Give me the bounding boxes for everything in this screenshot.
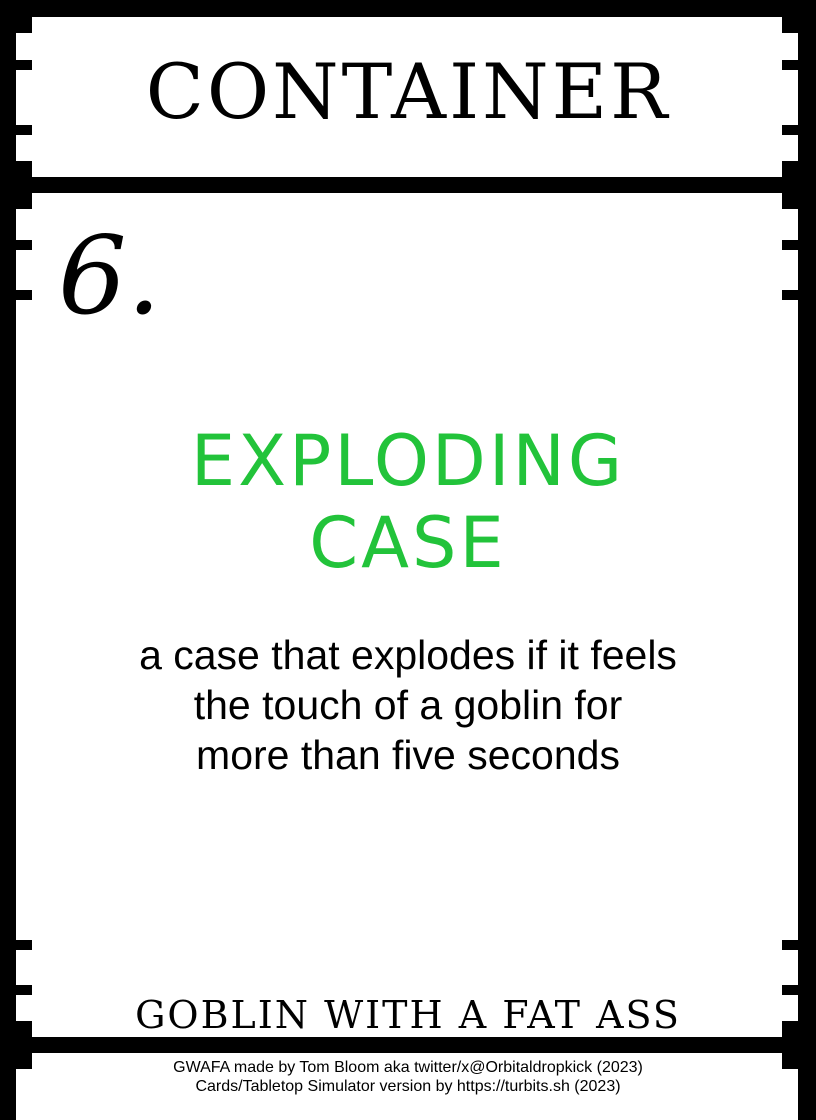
- card-number: 6.: [58, 214, 162, 339]
- edge-tooth: [782, 290, 798, 300]
- card-item-name-line: CASE: [309, 502, 507, 584]
- card-description-line: the touch of a goblin for: [193, 682, 623, 728]
- main-panel-notch-right: [782, 209, 798, 1021]
- credit-line: GWAFA made by Tom Bloom aka twitter/x@Or…: [173, 1059, 643, 1076]
- edge-tooth: [16, 290, 32, 300]
- main-panel-notch-left: [16, 209, 32, 1021]
- card-item-name-line: EXPLODING: [190, 420, 626, 502]
- edge-tooth: [16, 940, 32, 950]
- game-title: GOBLIN WITH A FAT ASS: [135, 993, 681, 1037]
- credits: GWAFA made by Tom Bloom aka twitter/x@Or…: [0, 1058, 816, 1096]
- card-description: a case that explodes if it feels the tou…: [60, 630, 756, 780]
- edge-tooth: [16, 240, 32, 250]
- card-description-line: a case that explodes if it feels: [139, 632, 677, 678]
- card-category: CONTAINER: [145, 47, 671, 136]
- edge-tooth: [782, 240, 798, 250]
- edge-tooth: [782, 940, 798, 950]
- card-description-line: more than five seconds: [196, 732, 620, 778]
- card-item-name: EXPLODING CASE: [0, 420, 816, 584]
- credit-line: Cards/Tabletop Simulator version by http…: [195, 1078, 621, 1095]
